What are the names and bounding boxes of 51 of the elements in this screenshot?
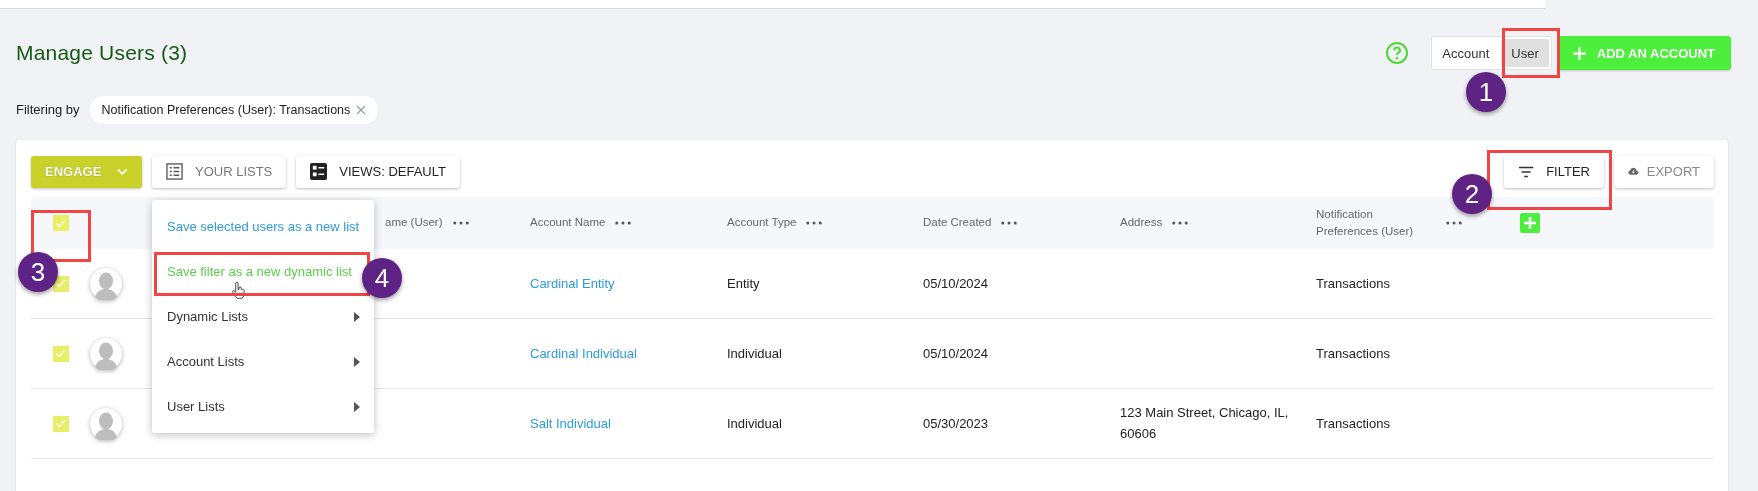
table-cell: Transactions <box>1316 276 1390 291</box>
submenu-arrow-icon <box>354 401 360 412</box>
step-number-badge: 1 <box>1466 72 1506 112</box>
chip-text: Notification Preferences (User): Transactions <box>101 102 351 117</box>
your-lists-button[interactable]: YOUR LISTS <box>152 155 287 188</box>
views-icon <box>310 163 328 180</box>
table-cell: Individual <box>727 346 782 361</box>
close-icon[interactable] <box>356 104 367 115</box>
filter-button[interactable]: FILTER <box>1504 155 1604 188</box>
row-checkbox[interactable] <box>52 345 69 362</box>
more-icon[interactable] <box>1001 221 1018 225</box>
account-name-link[interactable]: Cardinal Entity <box>530 276 615 291</box>
page-title: Manage Users (3) <box>16 41 188 65</box>
table-cell: 05/10/2024 <box>923 276 989 291</box>
more-icon[interactable] <box>1172 221 1189 225</box>
row-checkbox[interactable] <box>52 415 69 432</box>
column-header[interactable]: Date Created <box>923 214 992 232</box>
column-header[interactable]: ame (User) <box>385 214 443 232</box>
table-cell: Transactions <box>1316 416 1390 431</box>
table-cell: 05/10/2024 <box>923 346 989 361</box>
submenu-arrow-icon <box>354 356 360 367</box>
table-cell: Individual <box>727 416 782 431</box>
filter-label: Filtering by <box>16 102 80 117</box>
plus-icon <box>1571 45 1587 61</box>
highlight-frame <box>1502 28 1560 78</box>
menu-item[interactable]: Save selected users as a new list <box>152 204 374 249</box>
submenu-arrow-icon <box>354 311 360 322</box>
account-name-link[interactable]: Salt Individual <box>530 416 611 431</box>
filter-icon <box>1518 164 1535 179</box>
column-header[interactable]: Account Type <box>727 214 797 232</box>
menu-item[interactable]: Account Lists <box>152 339 374 384</box>
table-cell: 05/30/2023 <box>923 416 989 431</box>
more-icon[interactable] <box>615 221 632 225</box>
more-icon[interactable] <box>1446 221 1462 225</box>
account-name-link[interactable]: Cardinal Individual <box>530 346 637 361</box>
more-icon[interactable] <box>452 221 469 225</box>
table-cell: Entity <box>727 276 760 291</box>
hand-cursor-icon <box>232 282 245 299</box>
select-all-checkbox[interactable] <box>52 215 69 231</box>
export-button[interactable]: EXPORT <box>1614 155 1714 188</box>
menu-item[interactable]: User Lists <box>152 384 374 429</box>
toggle-option[interactable]: User <box>1501 39 1549 67</box>
more-icon[interactable] <box>806 221 823 225</box>
column-header[interactable]: Address <box>1120 214 1163 232</box>
views-button[interactable]: VIEWS: DEFAULT <box>296 155 460 188</box>
list-icon <box>166 163 183 180</box>
chevron-icon <box>117 167 128 176</box>
table-cell-text: 123 Main Street, Chicago, IL, 60606 <box>1120 403 1290 443</box>
column-header[interactable]: Account Name <box>530 214 606 232</box>
column-header[interactable]: Notification Preferences (User) <box>1316 205 1436 241</box>
table-cell: Transactions <box>1316 346 1390 361</box>
